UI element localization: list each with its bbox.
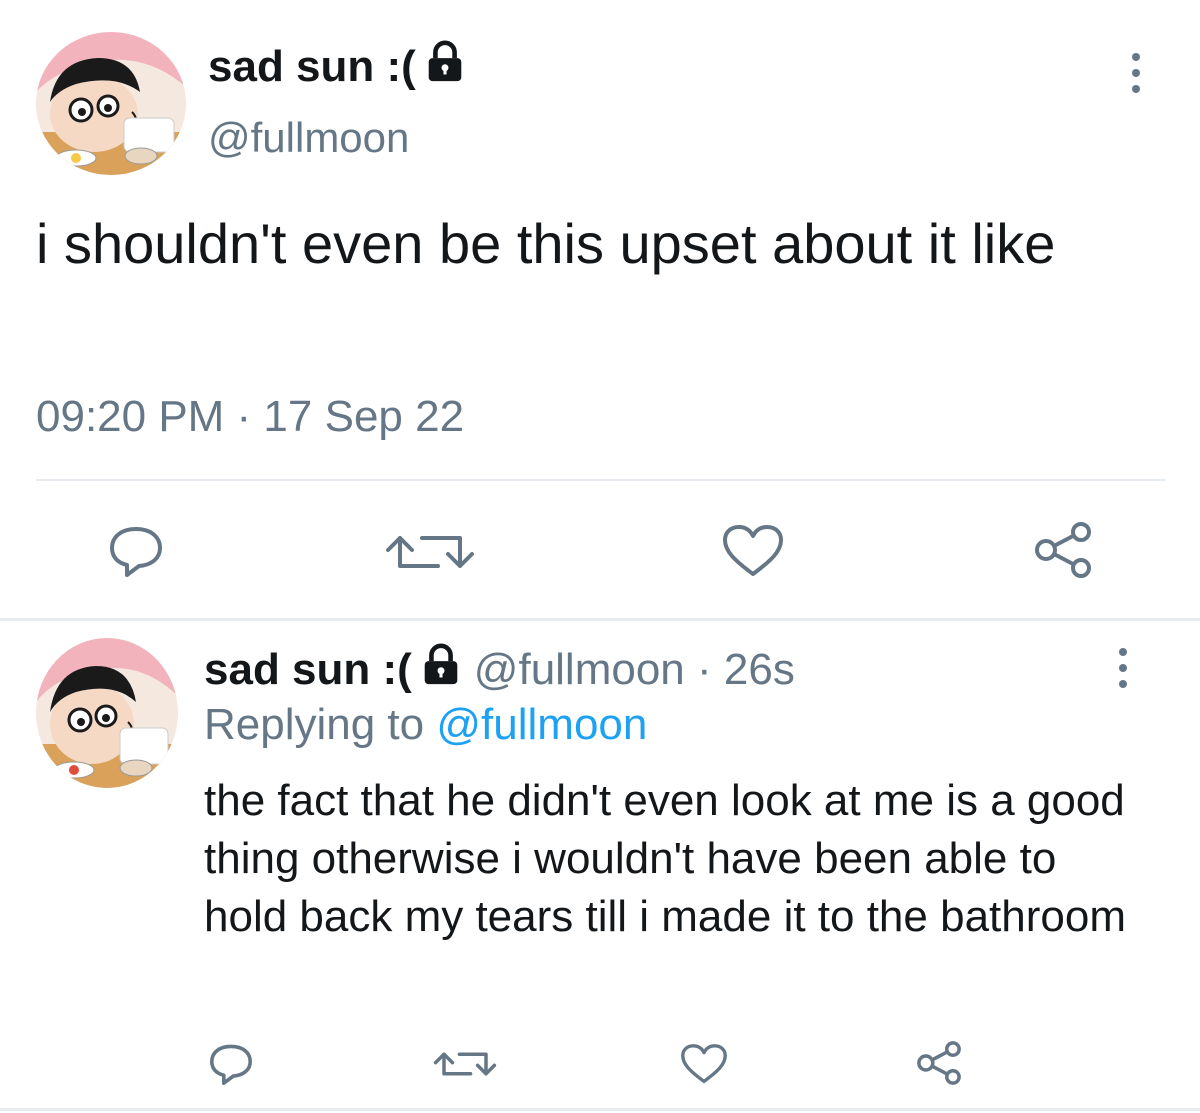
share-icon xyxy=(917,1041,961,1085)
lock-icon xyxy=(422,39,468,96)
more-vertical-icon[interactable] xyxy=(1115,648,1131,688)
timestamp[interactable]: 09:20 PM · 17 Sep 22 xyxy=(36,392,464,442)
retweet-icon xyxy=(386,536,474,568)
tweet-text: the fact that he didn't even look at me … xyxy=(204,776,1126,941)
reply-header: sad sun :( @fullmoon · 26s xyxy=(204,643,795,697)
lock-icon xyxy=(418,642,464,699)
handle[interactable]: @fullmoon xyxy=(208,114,409,162)
avatar[interactable] xyxy=(36,32,186,175)
replying-prefix: Replying to xyxy=(204,700,425,749)
display-name[interactable]: sad sun :( xyxy=(208,40,468,94)
like-icon xyxy=(681,1044,727,1084)
like-icon xyxy=(723,525,783,576)
replying-to-link[interactable]: @fullmoon xyxy=(436,700,647,749)
display-name[interactable]: sad sun :( xyxy=(204,645,412,695)
retweet-icon xyxy=(433,1052,497,1076)
display-name-label: sad sun :( xyxy=(208,42,416,91)
reply-button[interactable] xyxy=(206,1040,256,1088)
tweet-separator xyxy=(0,618,1200,621)
like-button[interactable] xyxy=(718,522,788,580)
share-button[interactable] xyxy=(914,1038,964,1088)
divider xyxy=(36,479,1166,481)
replying-to: Replying to @fullmoon xyxy=(204,700,647,750)
more-vertical-icon[interactable] xyxy=(1128,53,1144,93)
retweet-button[interactable] xyxy=(430,1042,500,1086)
divider xyxy=(0,1108,1200,1111)
share-icon xyxy=(1035,522,1091,578)
like-button[interactable] xyxy=(678,1040,730,1088)
tweet-text: i shouldn't even be this upset about it … xyxy=(36,212,1056,275)
share-button[interactable] xyxy=(1032,520,1094,580)
handle-time[interactable]: @fullmoon · 26s xyxy=(474,645,795,695)
retweet-button[interactable] xyxy=(380,524,480,580)
reply-button[interactable] xyxy=(104,522,168,580)
reply-icon xyxy=(210,1044,252,1085)
avatar[interactable] xyxy=(36,638,178,788)
reply-icon xyxy=(110,527,162,577)
